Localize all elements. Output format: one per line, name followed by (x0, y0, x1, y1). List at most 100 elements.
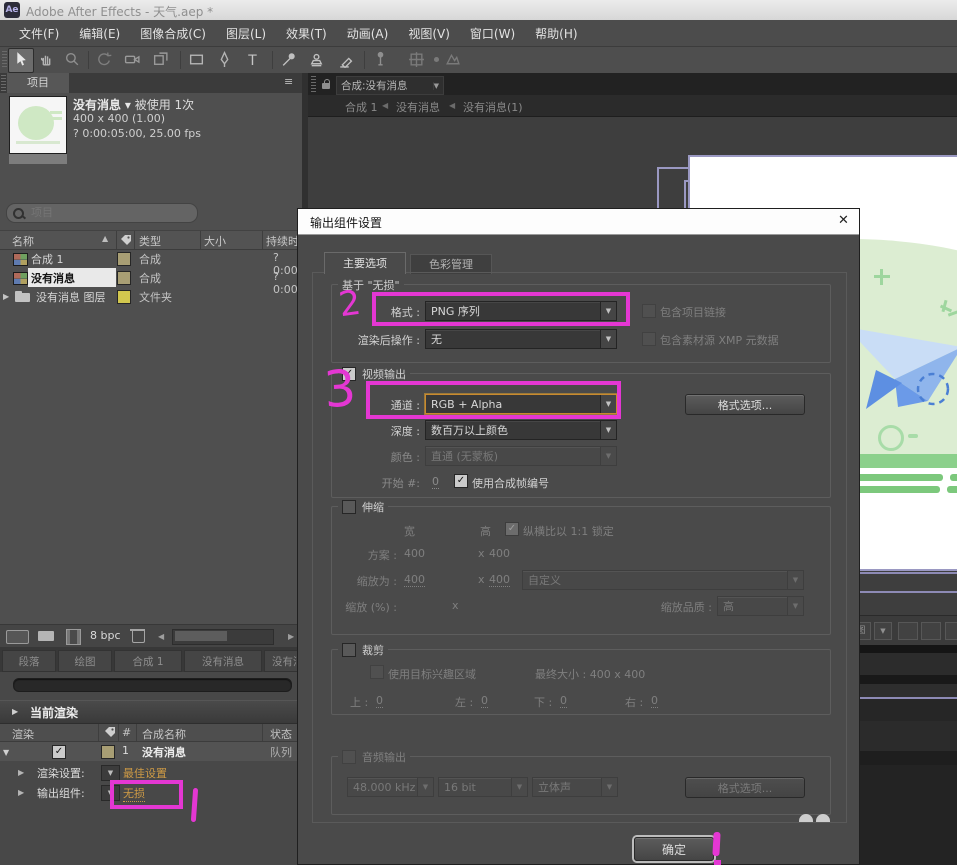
disclosure-closed-icon[interactable]: ▶ (12, 707, 18, 716)
tab-paragraph[interactable]: 段落 (2, 650, 56, 672)
multiply-sign: x (478, 547, 485, 560)
label-tag-icon[interactable] (104, 726, 116, 738)
table-row-selected[interactable]: 没有消息 合成 ?0:00 (0, 268, 302, 296)
pen-tool-icon[interactable] (216, 51, 233, 68)
brush-tool-icon[interactable] (280, 51, 297, 68)
breadcrumb-item[interactable]: 合成 1 (345, 99, 378, 115)
new-composition-icon[interactable] (66, 629, 81, 645)
column-name[interactable]: 名称 (12, 233, 34, 249)
column-type[interactable]: 类型 (139, 233, 161, 249)
scrollbar-track[interactable] (172, 629, 274, 645)
new-folder-icon[interactable] (38, 631, 54, 641)
tab-color-management[interactable]: 色彩管理 (410, 254, 492, 274)
disclosure-open-icon[interactable]: ▼ (3, 748, 9, 757)
column-duration[interactable]: 持续时 (266, 233, 299, 249)
label-color-swatch[interactable] (101, 745, 115, 759)
render-settings-label: 渲染设置: (37, 767, 85, 780)
breadcrumb-item[interactable]: 没有消息(1) (463, 99, 523, 115)
label-tag-icon[interactable] (120, 234, 132, 246)
menu-edit[interactable]: 编辑(E) (70, 25, 129, 42)
crop-checkbox[interactable] (342, 643, 356, 657)
menu-layer[interactable]: 图层(L) (217, 25, 275, 42)
annotation-exclamation-bar (712, 831, 721, 857)
table-row[interactable]: 合成 1 合成 ?0:00 (0, 249, 302, 277)
align-icon[interactable] (408, 51, 425, 68)
workspace-icon[interactable] (444, 51, 461, 68)
row-name[interactable]: 没有消息 (31, 270, 75, 286)
render-enabled-checkbox[interactable]: ✓ (52, 745, 66, 759)
page-prev-icon[interactable]: ◀ (158, 632, 164, 641)
menu-window[interactable]: 窗口(W) (461, 25, 524, 42)
tab-project[interactable]: 项目 (7, 73, 69, 93)
pan-behind-tool-icon[interactable] (152, 51, 169, 68)
column-comp-name[interactable]: 合成名称 (142, 726, 186, 742)
menu-animation[interactable]: 动画(A) (338, 25, 398, 42)
preview-comp-name[interactable]: 没有消息 (73, 98, 121, 112)
label-color-swatch[interactable] (117, 290, 131, 304)
ok-button[interactable]: 确定 (634, 837, 714, 861)
video-format-options-button[interactable]: 格式选项... (685, 394, 805, 415)
menu-file[interactable]: 文件(F) (10, 25, 68, 42)
interpret-footage-icon[interactable] (6, 630, 29, 644)
comp-tab-menu-icon[interactable]: ▼ (432, 81, 443, 90)
dialog-title-bar[interactable]: 输出组件设置 ✕ (298, 209, 859, 235)
close-icon[interactable]: ✕ (838, 213, 849, 228)
panel-menu-icon[interactable]: ≡ (284, 75, 293, 88)
post-render-dropdown[interactable]: 无 ▼ (425, 329, 617, 349)
type-tool-icon[interactable]: T (244, 51, 261, 68)
caret-down-icon[interactable]: ▾ (125, 98, 131, 112)
use-comp-frame-number-checkbox[interactable]: ✓ (454, 474, 468, 488)
stretch-preset-value: 自定义 (528, 574, 561, 587)
eraser-tool-icon[interactable] (336, 51, 353, 68)
tab-main-options[interactable]: 主要选项 (324, 252, 406, 274)
breadcrumb-item[interactable]: 没有消息 (396, 99, 440, 115)
clone-stamp-tool-icon[interactable] (308, 51, 325, 68)
selection-tool-icon[interactable] (12, 51, 29, 68)
disclosure-closed-icon[interactable]: ▶ (18, 768, 24, 777)
tab-paint[interactable]: 绘图 (58, 650, 112, 672)
label-color-swatch[interactable] (117, 271, 131, 285)
tab-comp-viewer[interactable]: 合成:没有消息 ▼ (336, 76, 444, 95)
sort-ascending-icon[interactable]: ▲ (102, 234, 108, 243)
zoom-tool-icon[interactable] (64, 51, 81, 68)
column-size[interactable]: 大小 (204, 233, 226, 249)
trash-icon[interactable] (132, 631, 145, 643)
row-name[interactable]: 没有消息 图层 (36, 289, 106, 305)
menu-effect[interactable]: 效果(T) (277, 25, 336, 42)
toolbar-separator (180, 51, 181, 69)
column-status[interactable]: 状态 (270, 726, 292, 742)
column-render[interactable]: 渲染 (12, 726, 34, 742)
current-render-header[interactable]: ▶ 当前渲染 (0, 700, 302, 724)
grid-icon[interactable] (921, 622, 941, 640)
rotation-tool-icon[interactable] (96, 51, 113, 68)
search-input[interactable] (29, 205, 193, 221)
graph-editor-icon[interactable] (898, 622, 918, 640)
disclosure-closed-icon[interactable]: ▶ (3, 292, 9, 301)
half-icon[interactable] (945, 622, 957, 640)
column-number[interactable]: # (122, 726, 131, 739)
stretch-quality-dropdown: 高 ▼ (717, 596, 804, 616)
scrollbar-thumb[interactable] (175, 631, 227, 641)
menu-composition[interactable]: 图像合成(C) (131, 25, 215, 42)
depth-dropdown[interactable]: 数百万以上颜色 ▼ (425, 420, 617, 440)
page-next-icon[interactable]: ▶ (288, 632, 294, 641)
preview-thumbnail[interactable] (9, 96, 67, 154)
shape-tool-icon[interactable] (188, 51, 205, 68)
tab-comp-1[interactable]: 合成 1 (114, 650, 182, 672)
render-settings-dropdown[interactable]: ▼ (101, 765, 120, 781)
queue-item-row[interactable]: ▼ ✓ 1 没有消息 队列 (0, 742, 302, 761)
dropdown-toggle-icon[interactable]: ▼ (874, 622, 892, 640)
camera-tool-icon[interactable] (124, 51, 141, 68)
menu-view[interactable]: 视图(V) (399, 25, 459, 42)
table-row[interactable]: ▶ 没有消息 图层 文件夹 (0, 287, 302, 306)
stretch-checkbox[interactable] (342, 500, 356, 514)
search-box[interactable] (6, 203, 198, 223)
disclosure-closed-icon[interactable]: ▶ (18, 788, 24, 797)
tab-no-message[interactable]: 没有消息 (184, 650, 262, 672)
hand-tool-icon[interactable] (38, 51, 55, 68)
row-name[interactable]: 合成 1 (31, 251, 64, 267)
menu-help[interactable]: 帮助(H) (526, 25, 586, 42)
label-color-swatch[interactable] (117, 252, 131, 266)
puppet-pin-tool-icon[interactable] (372, 51, 389, 68)
bit-depth-label[interactable]: 8 bpc (90, 629, 121, 642)
